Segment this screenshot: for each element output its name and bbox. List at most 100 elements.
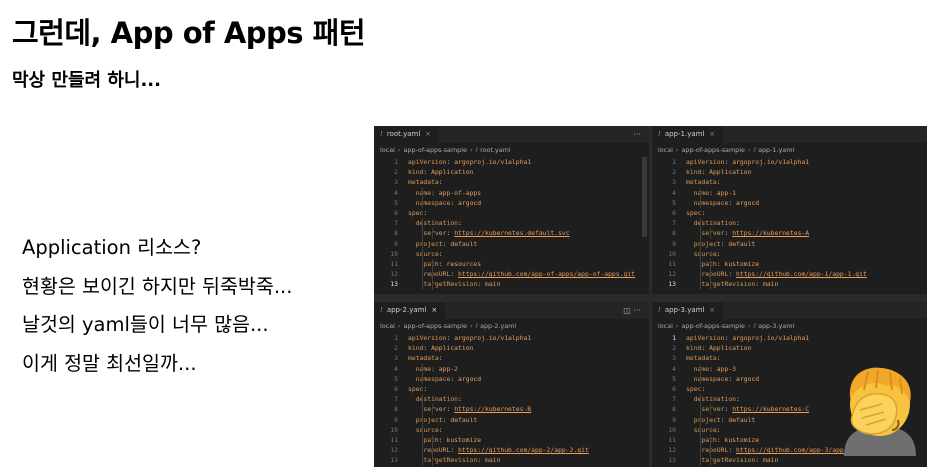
tab-app-2-yaml[interactable]: ! app-2.yaml × bbox=[374, 302, 446, 319]
slide-title: 그런데, App of Apps 패턴 bbox=[12, 16, 366, 50]
line-number: 4 bbox=[394, 188, 398, 197]
line-number: 13 bbox=[390, 280, 398, 289]
code-line: 2 kind: Application bbox=[652, 167, 927, 177]
code-line: 1 apiVersion: argoproj.io/v1alpha1 bbox=[374, 333, 649, 343]
split-editor-icon[interactable]: ◫ ··· bbox=[623, 302, 641, 319]
code-line: 5 namespace: argocd bbox=[374, 374, 649, 384]
indent-guide bbox=[432, 259, 433, 290]
indent-guide bbox=[700, 218, 701, 290]
close-icon[interactable]: × bbox=[709, 130, 715, 138]
yaml-value: main bbox=[484, 456, 501, 465]
code-line: 9 project: default bbox=[374, 415, 649, 425]
breadcrumb-item[interactable]: app-of-apps-sample bbox=[403, 322, 466, 330]
code-line: 8 server: https://kubernetes-B bbox=[374, 404, 649, 414]
yaml-key: kind bbox=[686, 344, 702, 353]
line-number: 6 bbox=[394, 208, 398, 217]
tab-bar: ! app-3.yaml × bbox=[652, 302, 927, 319]
line-number: 13 bbox=[668, 280, 676, 289]
line-number: 7 bbox=[672, 395, 676, 404]
yaml-value: argocd bbox=[458, 198, 482, 207]
code-area[interactable]: 1 apiVersion: argoproj.io/v1alpha1 2 kind: … bbox=[374, 333, 649, 466]
line-number: 7 bbox=[394, 395, 398, 404]
code-line: 12 repoURL: https://github.com/app-of-ap… bbox=[374, 269, 649, 279]
code-line: 3 metadata: bbox=[374, 177, 649, 187]
yaml-file-icon: ! bbox=[658, 130, 661, 138]
code-area[interactable]: 1 apiVersion: argoproj.io/v1alpha1 2 kind: … bbox=[374, 157, 649, 290]
breadcrumb-item[interactable]: app-of-apps-sample bbox=[681, 146, 744, 154]
indent-guide bbox=[422, 363, 423, 384]
yaml-key: source bbox=[693, 249, 717, 258]
breadcrumb: local › app-of-apps-sample ›! app-2.yaml bbox=[374, 319, 649, 333]
line-number: 12 bbox=[390, 446, 398, 455]
yaml-key: server bbox=[701, 229, 725, 238]
breadcrumb-item[interactable]: local bbox=[380, 146, 395, 154]
line-number: 2 bbox=[672, 168, 676, 177]
tab-bar: ! app-2.yaml × ◫ ··· bbox=[374, 302, 649, 319]
breadcrumb-item[interactable]: app-1.yaml bbox=[758, 146, 794, 154]
tab-label: app-1.yaml bbox=[664, 130, 705, 138]
breadcrumb-item[interactable]: local bbox=[658, 322, 673, 330]
tab-root-yaml[interactable]: ! root.yaml × bbox=[374, 126, 440, 143]
yaml-file-icon: ! bbox=[658, 306, 661, 314]
line-number: 5 bbox=[672, 374, 676, 383]
line-number: 11 bbox=[390, 435, 398, 444]
breadcrumb-item[interactable]: root.yaml bbox=[480, 146, 511, 154]
yaml-url-value[interactable]: https://kubernetes-B bbox=[454, 405, 531, 413]
yaml-key: namespace bbox=[415, 198, 451, 207]
breadcrumb-item[interactable]: app-of-apps-sample bbox=[403, 146, 466, 154]
tab-app-3-yaml[interactable]: ! app-3.yaml × bbox=[652, 302, 724, 319]
yaml-key: source bbox=[415, 425, 439, 434]
code-line: 2 kind: Application bbox=[374, 343, 649, 353]
line-number: 7 bbox=[394, 219, 398, 228]
line-number: 8 bbox=[394, 229, 398, 238]
yaml-url-value[interactable]: https://kubernetes-A bbox=[732, 229, 809, 237]
yaml-key: spec bbox=[408, 384, 424, 393]
code-line: 3 metadata: bbox=[374, 353, 649, 363]
breadcrumb: local › app-of-apps-sample ›! app-1.yaml bbox=[652, 143, 927, 157]
breadcrumb-item[interactable]: app-2.yaml bbox=[480, 322, 516, 330]
line-number: 8 bbox=[672, 405, 676, 414]
indent-guide bbox=[422, 394, 423, 466]
code-line: 12 repoURL: https://github.com/app-1/app… bbox=[652, 269, 927, 279]
yaml-url-value[interactable]: https://kubernetes-C bbox=[732, 405, 809, 413]
code-line: 6 spec: bbox=[374, 384, 649, 394]
yaml-url-value[interactable]: https://github.com/app-1/app-1.git bbox=[736, 270, 867, 278]
code-line: 9 project: default bbox=[652, 239, 927, 249]
editor-pane-app-2: ! app-2.yaml × ◫ ··· local › app-of-apps-sam… bbox=[374, 302, 649, 467]
indent-guide bbox=[700, 363, 701, 384]
close-icon[interactable]: × bbox=[431, 306, 437, 314]
yaml-value: Application bbox=[709, 168, 752, 177]
yaml-key: server bbox=[701, 405, 725, 414]
chevron-right-icon: › bbox=[675, 146, 679, 154]
yaml-url-value[interactable]: https://kubernetes.default.svc bbox=[454, 229, 569, 237]
yaml-key: project bbox=[415, 239, 443, 248]
breadcrumb-item[interactable]: app-of-apps-sample bbox=[681, 322, 744, 330]
bullet-item: 현황은 보이긴 하지만 뒤죽박죽... bbox=[22, 274, 293, 298]
yaml-url-value[interactable]: https://github.com/app-of-apps/app-of-ap… bbox=[458, 270, 635, 278]
close-icon[interactable]: × bbox=[425, 130, 431, 138]
yaml-url-value[interactable]: https://github.com/app-2/app-2.git bbox=[458, 446, 589, 454]
yaml-key: repoURL bbox=[423, 270, 451, 279]
yaml-file-icon: ! bbox=[753, 322, 757, 330]
yaml-key: spec bbox=[408, 208, 424, 217]
breadcrumb-item[interactable]: app-3.yaml bbox=[758, 322, 794, 330]
code-line: 9 project: default bbox=[374, 239, 649, 249]
yaml-file-icon: ! bbox=[380, 130, 383, 138]
line-number: 9 bbox=[394, 415, 398, 424]
yaml-value: main bbox=[762, 280, 779, 289]
tab-app-1-yaml[interactable]: ! app-1.yaml × bbox=[652, 126, 724, 143]
line-number: 10 bbox=[668, 425, 676, 434]
close-icon[interactable]: × bbox=[709, 306, 715, 314]
chevron-right-icon: › bbox=[747, 322, 751, 330]
scrollbar[interactable] bbox=[642, 157, 647, 237]
yaml-value: default bbox=[728, 415, 756, 424]
code-line: 8 server: https://kubernetes-A bbox=[652, 228, 927, 238]
yaml-value: default bbox=[450, 239, 478, 248]
code-area[interactable]: 1 apiVersion: argoproj.io/v1alpha1 2 kind: … bbox=[652, 157, 927, 290]
yaml-value: argoproj.io/v1alpha1 bbox=[454, 158, 532, 166]
more-actions-icon[interactable]: ··· bbox=[633, 126, 641, 143]
breadcrumb-item[interactable]: local bbox=[658, 146, 673, 154]
code-line: 3 metadata: bbox=[652, 177, 927, 187]
tab-label: root.yaml bbox=[386, 130, 421, 138]
breadcrumb-item[interactable]: local bbox=[380, 322, 395, 330]
